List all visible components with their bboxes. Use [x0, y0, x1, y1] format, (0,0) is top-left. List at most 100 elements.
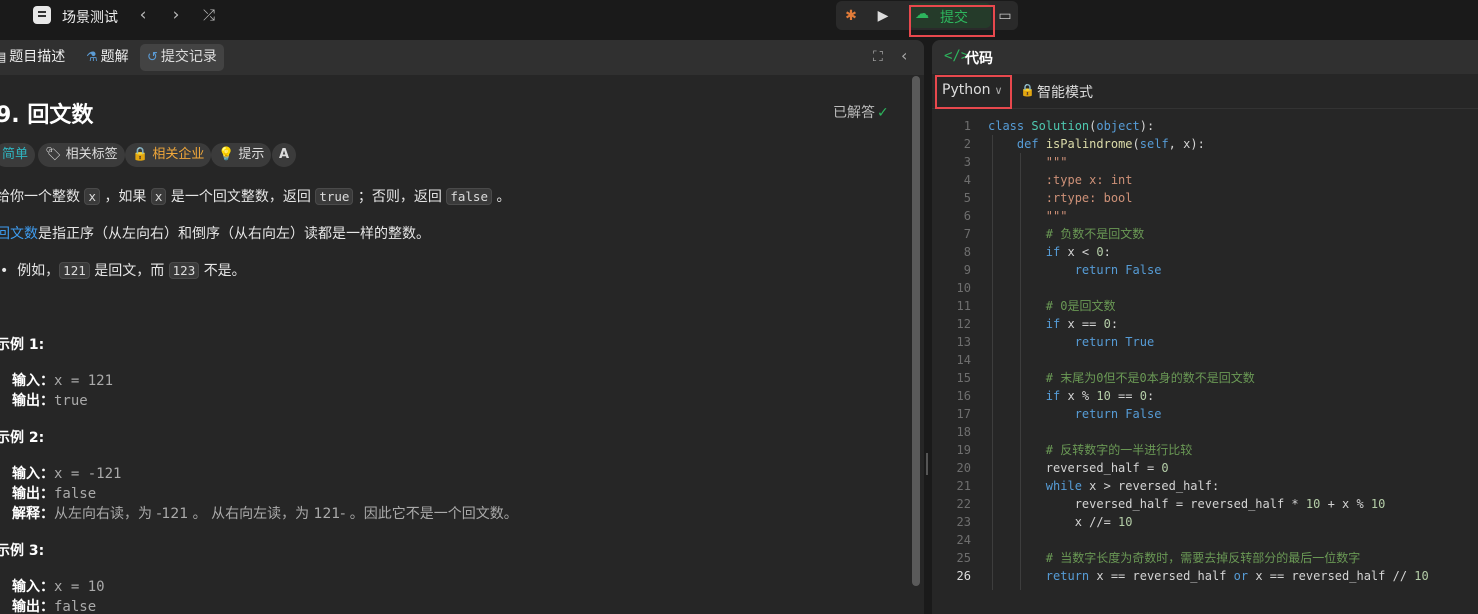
- code-text: if x % 10 == 0:: [1045, 389, 1155, 403]
- line-number: 20: [956, 461, 971, 475]
- line-number: 26: [956, 569, 971, 583]
- code-line[interactable]: 5 :rtype: bool: [932, 189, 1478, 207]
- line-number: 13: [956, 335, 971, 349]
- line-number: 15: [956, 371, 971, 385]
- tab-submissions[interactable]: ↺ 提交记录: [140, 44, 224, 71]
- smart-mode-label[interactable]: 智能模式: [1037, 82, 1093, 102]
- history-icon: ↺: [147, 50, 158, 65]
- description-bullet: • 例如， 121 是回文，而 123 不是。: [0, 262, 246, 279]
- code-line[interactable]: 23 x //= 10: [932, 513, 1478, 531]
- code-line[interactable]: 18: [932, 423, 1478, 441]
- debug-icon[interactable]: ✱: [840, 5, 862, 27]
- language-select[interactable]: Python ∨: [942, 82, 1003, 98]
- cloud-upload-icon: ☁: [915, 6, 929, 22]
- code-text: # 0是回文数: [1045, 299, 1116, 313]
- palindrome-link[interactable]: 回文数: [0, 226, 38, 242]
- code-line[interactable]: 7 # 负数不是回文数: [932, 225, 1478, 243]
- code-line[interactable]: 25 # 当数字长度为奇数时，需要去掉反转部分的最后一位数字: [932, 549, 1478, 567]
- related-tags-chip[interactable]: 🏷 相关标签: [38, 143, 125, 167]
- difficulty-badge[interactable]: 简单: [0, 143, 36, 167]
- code-text: # 反转数字的一半进行比较: [1045, 443, 1193, 457]
- code-text: :type x: int: [988, 173, 1133, 187]
- code-line[interactable]: 11 # 0是回文数: [932, 297, 1478, 315]
- code-line[interactable]: 12 if x == 0:: [932, 315, 1478, 333]
- code-text: return True: [1074, 335, 1155, 349]
- code-line[interactable]: 19 # 反转数字的一半进行比较: [932, 441, 1478, 459]
- lock-icon: 🔒: [1020, 83, 1035, 97]
- tag-icon: 🏷: [45, 147, 62, 162]
- submit-button[interactable]: ☁ 提交: [909, 3, 991, 28]
- code-text: x //= 10: [988, 515, 1133, 529]
- code-text: # 负数不是回文数: [1045, 227, 1145, 241]
- next-problem-button[interactable]: ›: [166, 5, 186, 25]
- logo-icon[interactable]: ⟨: [0, 7, 8, 25]
- panel-resize-handle[interactable]: [926, 453, 928, 475]
- code-line[interactable]: 2 def isPalindrome(self, x):: [932, 135, 1478, 153]
- line-number: 14: [956, 353, 971, 367]
- description-scrollbar[interactable]: [912, 76, 920, 586]
- code-text: :rtype: bool: [988, 191, 1133, 205]
- line-number: 10: [956, 281, 971, 295]
- code-line[interactable]: 17 return False: [932, 405, 1478, 423]
- solved-status: 已解答 ✓: [833, 105, 889, 121]
- expand-icon[interactable]: ⛶: [873, 49, 883, 65]
- prev-problem-button[interactable]: ‹: [133, 5, 153, 25]
- code-text: if x == 0:: [1045, 317, 1119, 331]
- code-line[interactable]: 1 class Solution(object):: [932, 117, 1478, 135]
- line-number: 21: [956, 479, 971, 493]
- code-header: </> 代码: [932, 40, 1478, 74]
- line-number: 4: [963, 173, 971, 187]
- code-line[interactable]: 3 """: [932, 153, 1478, 171]
- example-2-explanation: 解释：从左向右读，为 -121 。 从右向左读，为 121- 。因此它不是一个回…: [12, 506, 518, 522]
- code-line[interactable]: 4 :type x: int: [932, 171, 1478, 189]
- run-submit-group: ✱ ▶ ☁ 提交 ▭: [836, 1, 1018, 30]
- line-number: 25: [956, 551, 971, 565]
- code-line[interactable]: 15 # 末尾为0但不是0本身的数不是回文数: [932, 369, 1478, 387]
- example-2-output: 输出：false: [12, 486, 97, 502]
- line-number: 12: [956, 317, 971, 331]
- tab-description[interactable]: ▤ 题目描述: [0, 44, 65, 71]
- code-line[interactable]: 26 return x == reversed_half or x == rev…: [932, 567, 1478, 585]
- lock-icon: 🔒: [132, 147, 149, 162]
- line-number: 7: [963, 227, 971, 241]
- code-line[interactable]: 24: [932, 531, 1478, 549]
- tab-solutions[interactable]: ⚗ 题解: [86, 44, 129, 71]
- collapse-panel-icon[interactable]: ‹: [901, 46, 907, 65]
- line-number: 5: [963, 191, 971, 205]
- code-line[interactable]: 16 if x % 10 == 0:: [932, 387, 1478, 405]
- example-1-output: 输出：true: [12, 393, 88, 409]
- related-companies-chip[interactable]: 🔒 相关企业: [125, 143, 212, 167]
- run-button[interactable]: ▶: [872, 5, 894, 27]
- code-text: return False: [1074, 407, 1162, 421]
- code-line[interactable]: 10: [932, 279, 1478, 297]
- editor-toolbar: Python ∨ 🔒 智能模式: [932, 74, 1478, 109]
- chevron-down-icon: ∨: [994, 84, 1003, 97]
- example-2-heading: 示例 2:: [0, 430, 45, 446]
- code-panel: </> 代码 Python ∨ 🔒 智能模式 1 class Solution(ob…: [932, 40, 1478, 614]
- shuffle-icon[interactable]: ⤮: [199, 5, 219, 25]
- code-line[interactable]: 9 return False: [932, 261, 1478, 279]
- code-line[interactable]: 13 return True: [932, 333, 1478, 351]
- hints-chip[interactable]: 💡 提示: [211, 143, 272, 167]
- translate-icon[interactable]: A: [272, 143, 297, 167]
- code-line[interactable]: 20 reversed_half = 0: [932, 459, 1478, 477]
- code-line[interactable]: 22 reversed_half = reversed_half * 10 + …: [932, 495, 1478, 513]
- code-line[interactable]: 21 while x > reversed_half:: [932, 477, 1478, 495]
- example-3-output: 输出：false: [12, 599, 97, 614]
- problem-list-icon[interactable]: [33, 6, 51, 24]
- note-icon[interactable]: ▭: [994, 5, 1016, 27]
- line-number: 8: [963, 245, 971, 259]
- check-circle-icon: ✓: [877, 105, 889, 121]
- code-text: return x == reversed_half or x == revers…: [1045, 569, 1429, 583]
- code-text: class Solution(object):: [988, 119, 1155, 133]
- lightbulb-icon: 💡: [218, 147, 235, 162]
- code-line[interactable]: 14: [932, 351, 1478, 369]
- code-line[interactable]: 6 """: [932, 207, 1478, 225]
- code-line[interactable]: 8 if x < 0:: [932, 243, 1478, 261]
- code-editor[interactable]: 1 class Solution(object): 2 def isPalindro…: [932, 114, 1478, 614]
- description-paragraph-1: 给你一个整数 x ，如果 x 是一个回文整数，返回 true ；否则，返回 fa…: [0, 188, 511, 205]
- indent-guide: [1020, 153, 1021, 590]
- problem-list-title[interactable]: 场景测试: [62, 7, 118, 27]
- line-number: 16: [956, 389, 971, 403]
- code-text: reversed_half = reversed_half * 10 + x %…: [988, 497, 1386, 511]
